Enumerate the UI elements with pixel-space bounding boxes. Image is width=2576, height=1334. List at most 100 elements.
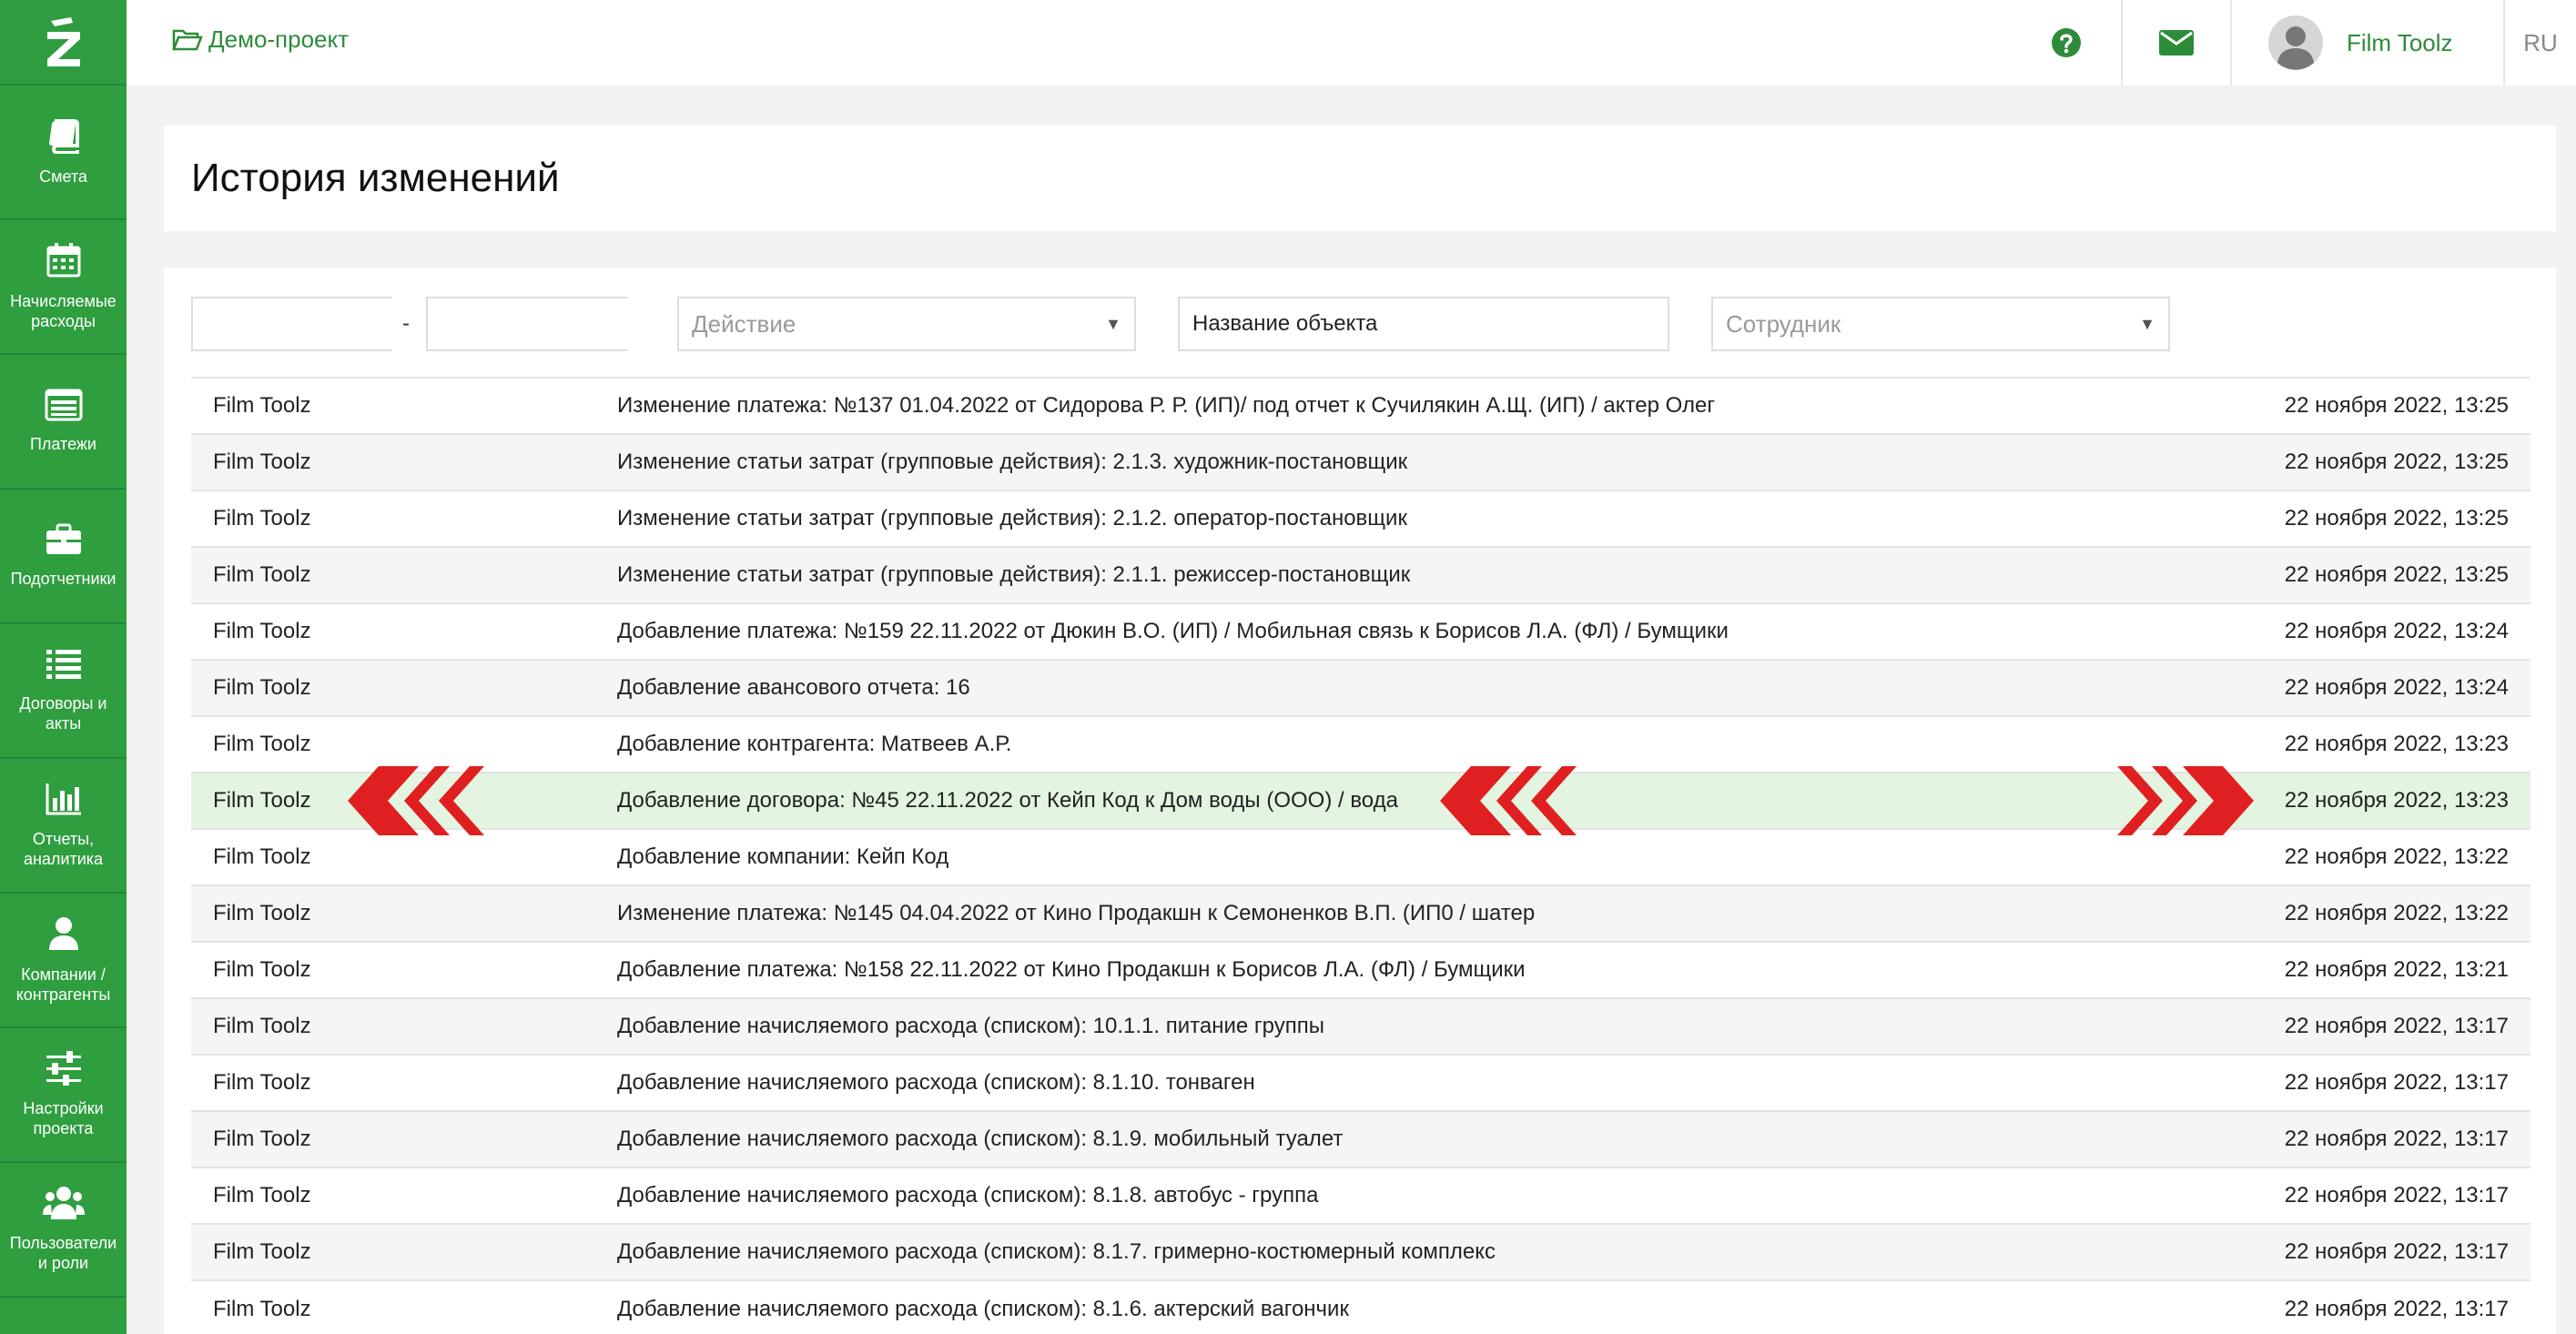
action-select[interactable]: Действие ▼ — [677, 297, 1136, 351]
user-name: Film Toolz — [2347, 28, 2453, 56]
history-table: Film Toolz Изменение платежа: №137 01.04.… — [191, 377, 2530, 1334]
row-action: Изменение платежа: №145 04.04.2022 от Ки… — [617, 901, 1536, 925]
row-action: Добавление платежа: №158 22.11.2022 от К… — [617, 957, 1526, 982]
sidebar-item-label: Начисляемые расходы — [10, 292, 117, 330]
action-select-placeholder: Действие — [692, 309, 796, 338]
row-user: Film Toolz — [213, 1296, 311, 1321]
table-row[interactable]: Film Toolz Добавление начисляемого расход… — [191, 1280, 2530, 1334]
sidebar-item-accrued-expenses[interactable]: Начисляемые расходы — [0, 220, 127, 355]
sidebar-item-accountable-persons[interactable]: Подотчетники — [0, 490, 127, 624]
row-action: Добавление начисляемого расхода (списком… — [617, 1239, 1496, 1264]
sidebar-item-users-roles[interactable]: Пользователи и роли — [0, 1163, 127, 1298]
language-switcher[interactable]: RU — [2503, 0, 2576, 86]
help-icon — [2052, 28, 2081, 57]
sidebar-item-label: Смета — [39, 167, 87, 186]
row-date: 22 ноября 2022, 13:22 — [2284, 901, 2509, 925]
row-date: 22 ноября 2022, 13:17 — [2284, 1070, 2509, 1095]
row-action: Добавление договора: №45 22.11.2022 от К… — [617, 788, 1398, 813]
row-date: 22 ноября 2022, 13:25 — [2284, 393, 2509, 418]
table-row[interactable]: Film Toolz Добавление компании: Кейп Код 2… — [191, 829, 2530, 885]
table-row[interactable]: Film Toolz Изменение платежа: №137 01.04.… — [191, 378, 2530, 434]
row-date: 22 ноября 2022, 13:25 — [2284, 506, 2509, 531]
row-user: Film Toolz — [213, 1127, 311, 1151]
table-row[interactable]: Film Toolz Изменение платежа: №145 04.04.… — [191, 885, 2530, 942]
employee-select-placeholder: Сотрудник — [1726, 309, 1841, 338]
top-header: Демо-проект Film Toolz RU — [127, 0, 2576, 86]
row-date: 22 ноября 2022, 13:24 — [2284, 619, 2509, 643]
row-action: Добавление компании: Кейп Код — [617, 844, 949, 869]
sidebar-item-estimate[interactable]: Смета — [0, 86, 127, 220]
row-action: Добавление начисляемого расхода (списком… — [617, 1127, 1344, 1151]
row-date: 22 ноября 2022, 13:23 — [2284, 788, 2509, 813]
sidebar-item-reports[interactable]: Отчеты, аналитика — [0, 759, 127, 894]
table-row[interactable]: Film Toolz Добавление начисляемого расход… — [191, 1111, 2530, 1167]
row-action: Добавление начисляемого расхода (списком… — [617, 1014, 1324, 1038]
row-user: Film Toolz — [213, 901, 311, 925]
row-action: Добавление платежа: №159 22.11.2022 от Д… — [617, 619, 1729, 643]
row-action: Добавление начисляемого расхода (списком… — [617, 1070, 1255, 1095]
row-action: Изменение платежа: №137 01.04.2022 от Си… — [617, 393, 1716, 418]
row-date: 22 ноября 2022, 13:21 — [2284, 957, 2509, 982]
project-link[interactable]: Демо-проект — [172, 25, 349, 54]
sidebar-item-label: Настройки проекта — [23, 1099, 104, 1137]
row-user: Film Toolz — [213, 957, 311, 982]
project-name: Демо-проект — [208, 25, 350, 53]
object-name-input[interactable] — [1178, 297, 1669, 351]
sidebar-item-label: Платежи — [29, 435, 96, 453]
folder-open-icon — [172, 29, 203, 50]
page-title-card: История изменений — [164, 126, 2556, 231]
row-date: 22 ноября 2022, 13:25 — [2284, 562, 2509, 587]
table-row[interactable]: Film Toolz Добавление начисляемого расход… — [191, 998, 2530, 1055]
book-icon — [48, 119, 79, 154]
row-user: Film Toolz — [213, 1239, 311, 1264]
row-date: 22 ноября 2022, 13:17 — [2284, 1183, 2509, 1208]
sidebar-item-payments[interactable]: Платежи — [0, 355, 127, 490]
row-action: Изменение статьи затрат (групповые дейст… — [617, 562, 1411, 587]
sidebar-item-label: Пользователи и роли — [9, 1234, 117, 1272]
table-row[interactable]: Film Toolz Добавление начисляемого расход… — [191, 1167, 2530, 1224]
history-table-body: Film Toolz Изменение платежа: №137 01.04.… — [191, 378, 2530, 1334]
logo-icon — [46, 17, 80, 66]
marker-left-chevrons-icon — [348, 766, 484, 835]
table-row[interactable]: Film Toolz Добавление авансового отчета: … — [191, 660, 2530, 716]
table-row[interactable]: Film Toolz Изменение статьи затрат (групп… — [191, 490, 2530, 547]
row-date: 22 ноября 2022, 13:23 — [2284, 732, 2509, 756]
user-icon — [48, 917, 78, 950]
help-button[interactable] — [2012, 0, 2121, 86]
table-row[interactable]: Film Toolz Добавление начисляемого расход… — [191, 1224, 2530, 1280]
row-action: Изменение статьи затрат (групповые дейст… — [617, 506, 1407, 531]
envelope-icon — [2159, 30, 2194, 56]
table-row[interactable]: Film Toolz Добавление платежа: №159 22.11… — [191, 603, 2530, 660]
table-row[interactable]: Film Toolz Добавление начисляемого расход… — [191, 1055, 2530, 1111]
sidebar-item-project-settings[interactable]: Настройки проекта — [0, 1028, 127, 1163]
app-logo[interactable] — [0, 0, 127, 86]
table-row[interactable]: Film Toolz Добавление платежа: №158 22.11… — [191, 942, 2530, 998]
chevron-down-icon: ▼ — [2139, 314, 2155, 333]
date-from-picker — [191, 297, 517, 351]
sidebar: Смета Начисляемые расходы Платежи Подотч… — [0, 0, 127, 1334]
avatar — [2268, 15, 2323, 70]
row-user: Film Toolz — [213, 619, 311, 643]
briefcase-icon — [46, 523, 81, 554]
row-action: Изменение статьи затрат (групповые дейст… — [617, 450, 1408, 474]
sidebar-item-contracts[interactable]: Договоры и акты — [0, 624, 127, 759]
user-menu[interactable]: Film Toolz — [2230, 0, 2503, 86]
row-date: 22 ноября 2022, 13:22 — [2284, 844, 2509, 869]
sidebar-item-label: Подотчетники — [10, 570, 117, 588]
marker-left-chevrons-icon — [1440, 766, 1577, 835]
sidebar-item-companies[interactable]: Компании / контрагенты — [0, 894, 127, 1028]
row-user: Film Toolz — [213, 1070, 311, 1095]
app-root: Смета Начисляемые расходы Платежи Подотч… — [0, 0, 2576, 1334]
row-user: Film Toolz — [213, 732, 311, 756]
marker-right-chevrons-icon — [2117, 766, 2254, 835]
messages-button[interactable] — [2121, 0, 2230, 86]
row-user: Film Toolz — [213, 844, 311, 869]
table-row[interactable]: Film Toolz Изменение статьи затрат (групп… — [191, 434, 2530, 490]
filters-bar: - Действие ▼ Сотрудн — [191, 297, 2540, 351]
table-row[interactable]: Film Toolz Добавление контрагента: Матвее… — [191, 716, 2530, 773]
employee-select[interactable]: Сотрудник ▼ — [1711, 297, 2170, 351]
table-row[interactable]: Film Toolz Изменение статьи затрат (групп… — [191, 547, 2530, 603]
row-user: Film Toolz — [213, 1014, 311, 1038]
row-user: Film Toolz — [213, 393, 311, 418]
row-user: Film Toolz — [213, 562, 311, 587]
